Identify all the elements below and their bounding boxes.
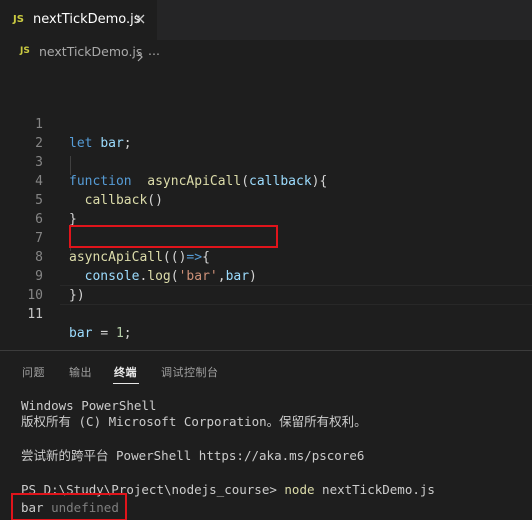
code-line: 5 } (0, 172, 532, 227)
terminal-line: Windows PowerShell (21, 398, 157, 413)
code-line: 10 (0, 267, 532, 303)
terminal-line: 尝试新的跨平台 PowerShell https://aka.ms/pscore… (21, 448, 365, 463)
code-line: 9 }) (0, 248, 532, 303)
bottom-panel: 问题 输出 终端 调试控制台 Windows PowerShell 版权所有 (… (0, 351, 532, 520)
highlight-box (69, 225, 278, 248)
terminal-line: 版权所有 (C) Microsoft Corporation。保留所有权利。 (21, 414, 367, 429)
tab-debug-console[interactable]: 调试控制台 (161, 364, 219, 380)
breadcrumb: JS nextTickDemo.js ... (0, 40, 532, 64)
highlight-box (11, 493, 127, 520)
code-line: 2 (0, 115, 532, 151)
close-icon[interactable] (131, 10, 149, 28)
terminal-argument: nextTickDemo.js (322, 482, 435, 497)
active-tab-indicator (113, 383, 139, 384)
code-line: 1 let bar; (0, 96, 532, 151)
terminal-command: node (284, 482, 315, 497)
javascript-file-icon: JS (20, 46, 30, 56)
editor-tab-bar: JS nextTickDemo.js (0, 0, 532, 40)
code-line: 4 callback() (0, 153, 532, 208)
breadcrumb-file[interactable]: nextTickDemo.js (39, 44, 142, 59)
line-number: 11 (27, 307, 43, 322)
tab-problems[interactable]: 问题 (22, 364, 45, 380)
breadcrumb-symbols[interactable]: ... (148, 43, 160, 58)
tab-title: nextTickDemo.js (33, 12, 141, 27)
editor-tab[interactable]: JS nextTickDemo.js (0, 0, 157, 40)
code-line: 3 function asyncApiCall(callback){ (0, 134, 532, 189)
code-text: bar = 1; (69, 326, 132, 341)
javascript-file-icon: JS (13, 14, 24, 25)
tab-output[interactable]: 输出 (69, 364, 92, 380)
code-editor[interactable]: 1 let bar; 2 3 function asyncApiCall(cal… (0, 64, 532, 350)
tab-terminal[interactable]: 终端 (114, 364, 137, 380)
code-line: 11 bar = 1; (0, 286, 532, 341)
code-line: 6 (0, 191, 532, 227)
